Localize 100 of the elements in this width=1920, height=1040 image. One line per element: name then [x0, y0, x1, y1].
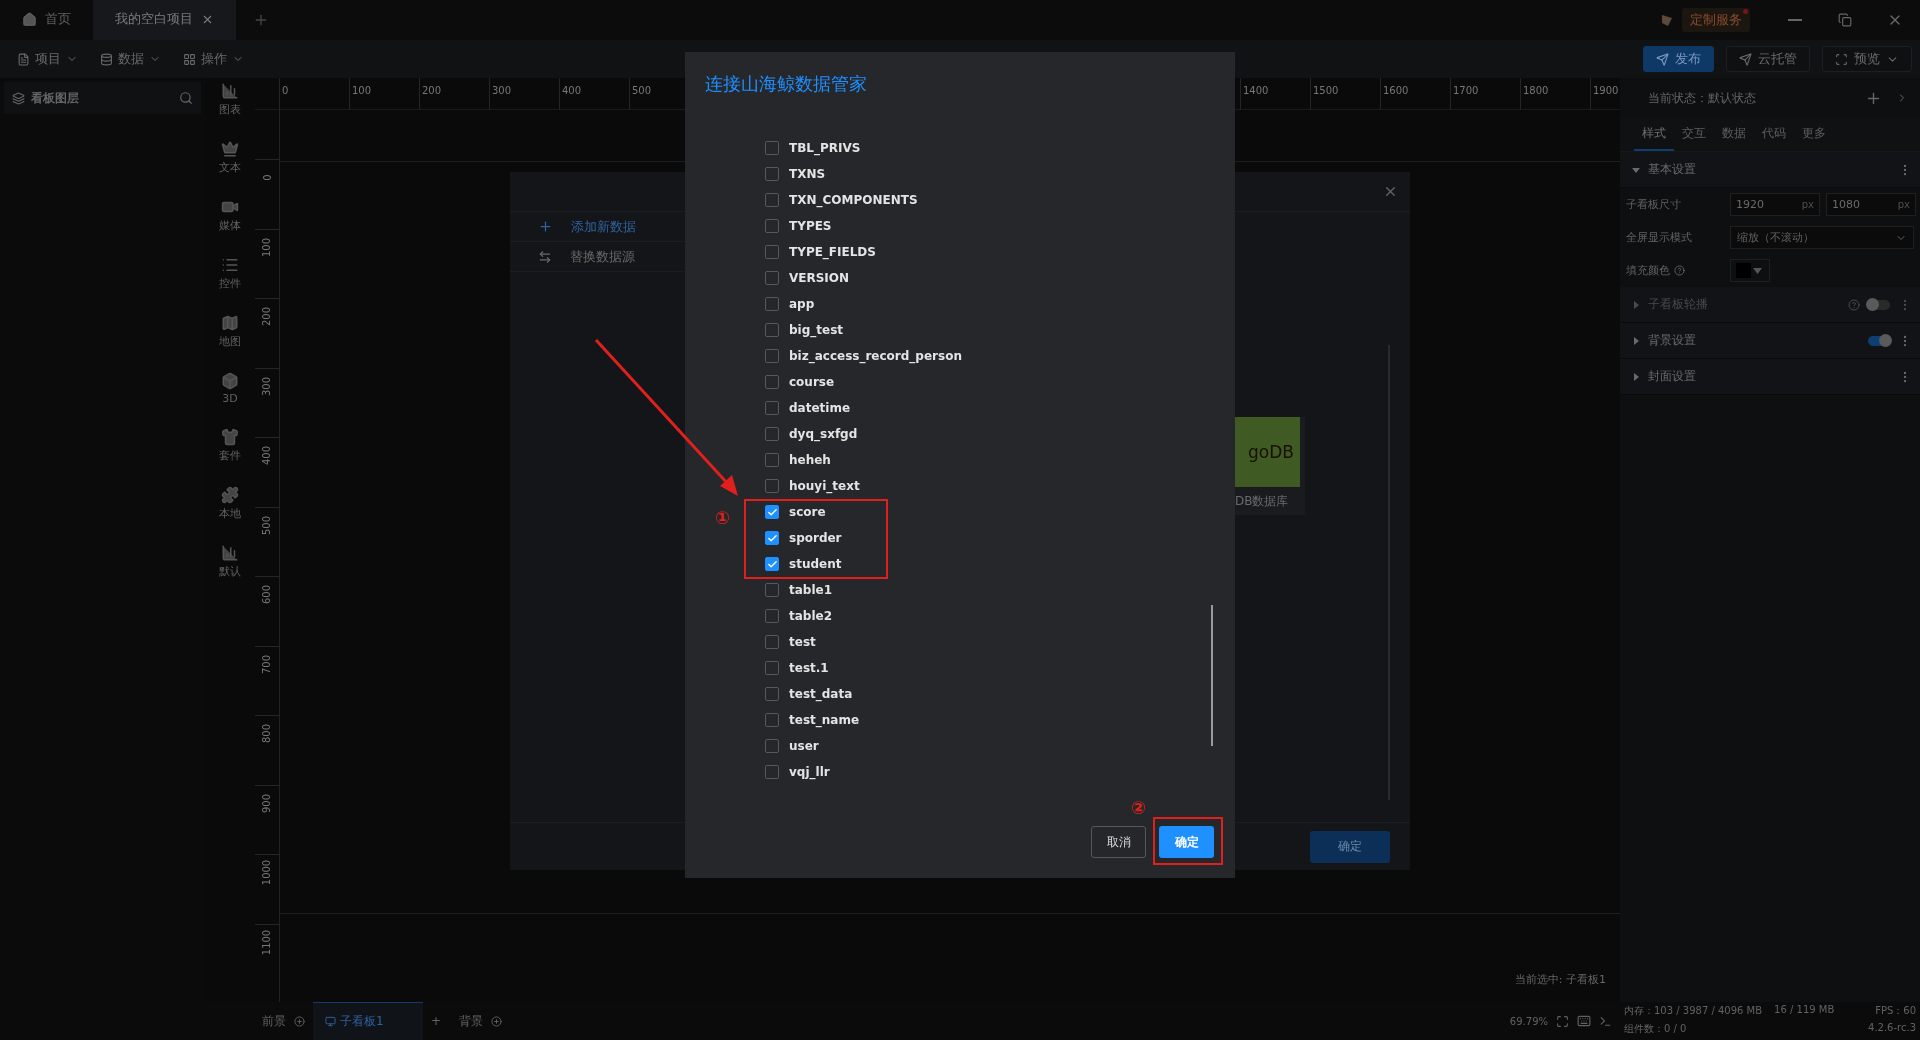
inspector-tab[interactable]: 数据 — [1714, 118, 1754, 151]
ruler-number: 600 — [261, 584, 273, 605]
window-tab[interactable]: 我的空白项目 — [93, 0, 236, 40]
component-category[interactable]: 图表 — [219, 82, 241, 117]
table-checkbox[interactable] — [765, 609, 779, 623]
confirm-button[interactable]: 确定 — [1310, 830, 1390, 863]
ruler-number: 200 — [422, 85, 442, 96]
confirm-button[interactable]: 确定 — [1159, 826, 1214, 858]
component-category[interactable]: 文本 — [219, 140, 241, 175]
table-checkbox[interactable] — [765, 375, 779, 389]
table-name: user — [789, 739, 819, 753]
field-label: 全屏显示模式 — [1626, 230, 1692, 245]
color-picker[interactable] — [1730, 259, 1770, 282]
add-icon[interactable] — [491, 1015, 503, 1027]
size-input[interactable]: 1920 px — [1730, 193, 1820, 216]
component-category[interactable]: 套件 — [219, 428, 241, 463]
table-name: heheh — [789, 453, 831, 467]
ruler-number: 1800 — [1523, 85, 1549, 96]
menu-button[interactable]: 项目 — [8, 46, 87, 72]
table-checkbox[interactable] — [765, 349, 779, 363]
close-icon[interactable] — [1383, 184, 1398, 199]
table-checkbox[interactable] — [765, 297, 779, 311]
table-checkbox[interactable] — [765, 167, 779, 181]
table-checkbox[interactable] — [765, 739, 779, 753]
cube-icon — [221, 372, 239, 390]
table-checkbox[interactable] — [765, 193, 779, 207]
caret-icon — [1632, 336, 1640, 345]
table-checkbox[interactable] — [765, 219, 779, 233]
version-label: 4.2.6-rc.3 — [1867, 1022, 1916, 1035]
home-icon — [22, 11, 37, 27]
menu-button[interactable]: 数据 — [91, 46, 170, 72]
mode-select[interactable]: 缩放（不滚动） — [1730, 226, 1914, 249]
fullscreen-icon — [1835, 52, 1848, 66]
table-checkbox[interactable] — [765, 661, 779, 675]
field-label: 填充颜色 — [1626, 263, 1670, 278]
scrollbar[interactable] — [1211, 605, 1213, 746]
table-name: dyq_sxfgd — [789, 427, 858, 441]
background-label[interactable]: 背景 — [459, 1012, 484, 1030]
toggle-switch[interactable] — [1868, 335, 1890, 346]
dialog-title: 连接山海鲸数据管家 — [704, 72, 868, 96]
preview-button[interactable]: 预览 — [1822, 46, 1912, 72]
component-category[interactable]: 控件 — [219, 256, 241, 291]
shirt-icon — [221, 428, 239, 446]
add-icon[interactable] — [294, 1015, 305, 1027]
action-button[interactable]: 发布 — [1643, 46, 1714, 72]
cancel-button[interactable]: 取消 — [1091, 826, 1146, 858]
component-category[interactable]: 本地 — [219, 486, 241, 521]
table-checkbox[interactable] — [765, 271, 779, 285]
add-board-button[interactable]: + — [431, 1014, 442, 1028]
table-checkbox[interactable] — [765, 635, 779, 649]
table-checkbox[interactable] — [765, 557, 779, 571]
component-category[interactable]: 默认 — [219, 544, 241, 579]
board-tab[interactable]: 子看板1 — [313, 1002, 423, 1040]
ruler-number: 0 — [282, 85, 289, 96]
table-name: app — [789, 297, 815, 311]
search-icon[interactable] — [179, 91, 193, 105]
chart-icon — [221, 82, 239, 100]
plus-icon — [538, 219, 553, 234]
table-name: table1 — [789, 583, 833, 597]
menu-button[interactable]: 操作 — [174, 46, 253, 72]
ruler-number: 1100 — [261, 929, 273, 955]
action-button[interactable]: 云托管 — [1726, 46, 1810, 72]
section-header[interactable]: 基本设置 — [1620, 152, 1920, 188]
section-header[interactable]: 背景设置 — [1620, 323, 1920, 359]
table-checkbox[interactable] — [765, 479, 779, 493]
table-checkbox[interactable] — [765, 531, 779, 545]
state-label: 当前状态：默认状态 — [1648, 89, 1757, 107]
table-checkbox[interactable] — [765, 245, 779, 259]
component-category[interactable]: 媒体 — [219, 198, 241, 233]
table-checkbox[interactable] — [765, 323, 779, 337]
fit-icon[interactable] — [1556, 1014, 1569, 1028]
plus-icon — [253, 12, 269, 28]
table-checkbox[interactable] — [765, 427, 779, 441]
table-name: TYPE_FIELDS — [789, 245, 876, 259]
inspector-tab[interactable]: 交互 — [1674, 118, 1714, 151]
table-checkbox[interactable] — [765, 687, 779, 701]
inspector-tab[interactable]: 代码 — [1754, 118, 1794, 151]
table-checkbox[interactable] — [765, 141, 779, 155]
keyboard-icon[interactable] — [1577, 1014, 1591, 1028]
table-name: course — [789, 375, 835, 389]
zoom-level: 69.79% — [1509, 1015, 1548, 1027]
component-category[interactable]: 3D — [221, 372, 239, 405]
table-checkbox[interactable] — [765, 583, 779, 597]
inspector-tab[interactable]: 更多 — [1794, 118, 1834, 151]
table-name: big_test — [789, 323, 844, 337]
ruler-number: 400 — [261, 445, 273, 466]
foreground-label[interactable]: 前景 — [262, 1012, 286, 1030]
size-input[interactable]: 1080 px — [1826, 193, 1916, 216]
list-icon — [221, 256, 239, 274]
section-header[interactable]: 封面设置 — [1620, 359, 1920, 395]
table-checkbox[interactable] — [765, 401, 779, 415]
terminal-icon[interactable] — [1599, 1014, 1612, 1028]
component-category[interactable]: 地图 — [219, 314, 241, 349]
service-badge[interactable]: 定制服务 — [1682, 8, 1750, 32]
table-checkbox[interactable] — [765, 713, 779, 727]
table-checkbox[interactable] — [765, 453, 779, 467]
ruler-number: 200 — [261, 306, 273, 327]
table-checkbox[interactable] — [765, 765, 779, 779]
table-checkbox[interactable] — [765, 505, 779, 519]
datasource-card[interactable]: goDB DB数据库 — [1235, 417, 1305, 515]
